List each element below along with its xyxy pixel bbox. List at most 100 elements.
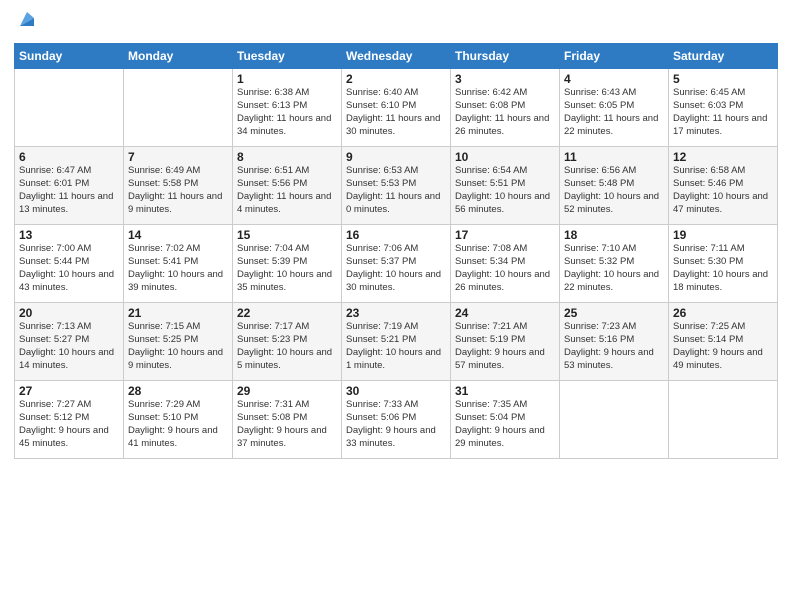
calendar-cell: 18Sunrise: 7:10 AMSunset: 5:32 PMDayligh… xyxy=(560,225,669,303)
day-info: Sunrise: 6:53 AMSunset: 5:53 PMDaylight:… xyxy=(346,165,446,216)
day-info: Sunrise: 7:10 AMSunset: 5:32 PMDaylight:… xyxy=(564,243,664,294)
calendar-cell: 21Sunrise: 7:15 AMSunset: 5:25 PMDayligh… xyxy=(124,303,233,381)
calendar-week-5: 27Sunrise: 7:27 AMSunset: 5:12 PMDayligh… xyxy=(15,381,778,459)
weekday-thursday: Thursday xyxy=(451,44,560,69)
day-info: Sunrise: 6:45 AMSunset: 6:03 PMDaylight:… xyxy=(673,87,773,138)
day-number: 11 xyxy=(564,150,664,164)
day-info: Sunrise: 7:35 AMSunset: 5:04 PMDaylight:… xyxy=(455,399,555,450)
weekday-sunday: Sunday xyxy=(15,44,124,69)
day-number: 24 xyxy=(455,306,555,320)
logo-icon xyxy=(16,8,38,30)
day-info: Sunrise: 7:11 AMSunset: 5:30 PMDaylight:… xyxy=(673,243,773,294)
day-info: Sunrise: 6:43 AMSunset: 6:05 PMDaylight:… xyxy=(564,87,664,138)
day-info: Sunrise: 6:47 AMSunset: 6:01 PMDaylight:… xyxy=(19,165,119,216)
day-number: 23 xyxy=(346,306,446,320)
day-info: Sunrise: 7:13 AMSunset: 5:27 PMDaylight:… xyxy=(19,321,119,372)
day-info: Sunrise: 7:00 AMSunset: 5:44 PMDaylight:… xyxy=(19,243,119,294)
day-info: Sunrise: 7:33 AMSunset: 5:06 PMDaylight:… xyxy=(346,399,446,450)
calendar-cell: 5Sunrise: 6:45 AMSunset: 6:03 PMDaylight… xyxy=(669,69,778,147)
calendar-table: SundayMondayTuesdayWednesdayThursdayFrid… xyxy=(14,43,778,459)
day-number: 9 xyxy=(346,150,446,164)
day-info: Sunrise: 7:23 AMSunset: 5:16 PMDaylight:… xyxy=(564,321,664,372)
calendar-cell: 7Sunrise: 6:49 AMSunset: 5:58 PMDaylight… xyxy=(124,147,233,225)
day-info: Sunrise: 7:27 AMSunset: 5:12 PMDaylight:… xyxy=(19,399,119,450)
day-number: 30 xyxy=(346,384,446,398)
day-number: 15 xyxy=(237,228,337,242)
day-number: 16 xyxy=(346,228,446,242)
weekday-monday: Monday xyxy=(124,44,233,69)
day-number: 13 xyxy=(19,228,119,242)
day-info: Sunrise: 7:15 AMSunset: 5:25 PMDaylight:… xyxy=(128,321,228,372)
day-info: Sunrise: 7:29 AMSunset: 5:10 PMDaylight:… xyxy=(128,399,228,450)
weekday-header-row: SundayMondayTuesdayWednesdayThursdayFrid… xyxy=(15,44,778,69)
page-header xyxy=(14,10,778,35)
calendar-cell: 9Sunrise: 6:53 AMSunset: 5:53 PMDaylight… xyxy=(342,147,451,225)
calendar-cell: 11Sunrise: 6:56 AMSunset: 5:48 PMDayligh… xyxy=(560,147,669,225)
day-number: 25 xyxy=(564,306,664,320)
calendar-cell: 2Sunrise: 6:40 AMSunset: 6:10 PMDaylight… xyxy=(342,69,451,147)
day-number: 14 xyxy=(128,228,228,242)
calendar-cell: 29Sunrise: 7:31 AMSunset: 5:08 PMDayligh… xyxy=(233,381,342,459)
day-info: Sunrise: 7:21 AMSunset: 5:19 PMDaylight:… xyxy=(455,321,555,372)
calendar-week-1: 1Sunrise: 6:38 AMSunset: 6:13 PMDaylight… xyxy=(15,69,778,147)
day-info: Sunrise: 7:08 AMSunset: 5:34 PMDaylight:… xyxy=(455,243,555,294)
day-number: 7 xyxy=(128,150,228,164)
calendar-cell xyxy=(669,381,778,459)
calendar-cell: 24Sunrise: 7:21 AMSunset: 5:19 PMDayligh… xyxy=(451,303,560,381)
day-number: 26 xyxy=(673,306,773,320)
day-number: 12 xyxy=(673,150,773,164)
calendar-cell: 30Sunrise: 7:33 AMSunset: 5:06 PMDayligh… xyxy=(342,381,451,459)
day-number: 29 xyxy=(237,384,337,398)
calendar-week-3: 13Sunrise: 7:00 AMSunset: 5:44 PMDayligh… xyxy=(15,225,778,303)
day-number: 20 xyxy=(19,306,119,320)
day-number: 31 xyxy=(455,384,555,398)
day-info: Sunrise: 6:56 AMSunset: 5:48 PMDaylight:… xyxy=(564,165,664,216)
day-number: 19 xyxy=(673,228,773,242)
calendar-week-2: 6Sunrise: 6:47 AMSunset: 6:01 PMDaylight… xyxy=(15,147,778,225)
day-number: 5 xyxy=(673,72,773,86)
logo xyxy=(14,10,38,35)
weekday-friday: Friday xyxy=(560,44,669,69)
calendar-cell: 31Sunrise: 7:35 AMSunset: 5:04 PMDayligh… xyxy=(451,381,560,459)
day-number: 27 xyxy=(19,384,119,398)
day-number: 4 xyxy=(564,72,664,86)
weekday-saturday: Saturday xyxy=(669,44,778,69)
weekday-tuesday: Tuesday xyxy=(233,44,342,69)
day-number: 21 xyxy=(128,306,228,320)
calendar-cell: 6Sunrise: 6:47 AMSunset: 6:01 PMDaylight… xyxy=(15,147,124,225)
calendar-cell: 28Sunrise: 7:29 AMSunset: 5:10 PMDayligh… xyxy=(124,381,233,459)
day-info: Sunrise: 6:49 AMSunset: 5:58 PMDaylight:… xyxy=(128,165,228,216)
day-info: Sunrise: 7:25 AMSunset: 5:14 PMDaylight:… xyxy=(673,321,773,372)
day-number: 22 xyxy=(237,306,337,320)
calendar-cell: 12Sunrise: 6:58 AMSunset: 5:46 PMDayligh… xyxy=(669,147,778,225)
calendar-cell: 16Sunrise: 7:06 AMSunset: 5:37 PMDayligh… xyxy=(342,225,451,303)
calendar-cell: 14Sunrise: 7:02 AMSunset: 5:41 PMDayligh… xyxy=(124,225,233,303)
calendar-cell: 19Sunrise: 7:11 AMSunset: 5:30 PMDayligh… xyxy=(669,225,778,303)
day-info: Sunrise: 7:06 AMSunset: 5:37 PMDaylight:… xyxy=(346,243,446,294)
day-number: 8 xyxy=(237,150,337,164)
day-info: Sunrise: 6:51 AMSunset: 5:56 PMDaylight:… xyxy=(237,165,337,216)
day-number: 28 xyxy=(128,384,228,398)
calendar-cell: 15Sunrise: 7:04 AMSunset: 5:39 PMDayligh… xyxy=(233,225,342,303)
day-number: 17 xyxy=(455,228,555,242)
calendar-cell: 20Sunrise: 7:13 AMSunset: 5:27 PMDayligh… xyxy=(15,303,124,381)
day-info: Sunrise: 6:40 AMSunset: 6:10 PMDaylight:… xyxy=(346,87,446,138)
calendar-cell: 26Sunrise: 7:25 AMSunset: 5:14 PMDayligh… xyxy=(669,303,778,381)
calendar-cell: 3Sunrise: 6:42 AMSunset: 6:08 PMDaylight… xyxy=(451,69,560,147)
day-number: 10 xyxy=(455,150,555,164)
calendar-cell: 8Sunrise: 6:51 AMSunset: 5:56 PMDaylight… xyxy=(233,147,342,225)
day-number: 18 xyxy=(564,228,664,242)
day-number: 2 xyxy=(346,72,446,86)
day-info: Sunrise: 7:17 AMSunset: 5:23 PMDaylight:… xyxy=(237,321,337,372)
calendar-cell: 22Sunrise: 7:17 AMSunset: 5:23 PMDayligh… xyxy=(233,303,342,381)
calendar-cell: 25Sunrise: 7:23 AMSunset: 5:16 PMDayligh… xyxy=(560,303,669,381)
calendar-cell xyxy=(15,69,124,147)
day-info: Sunrise: 6:58 AMSunset: 5:46 PMDaylight:… xyxy=(673,165,773,216)
calendar-cell: 17Sunrise: 7:08 AMSunset: 5:34 PMDayligh… xyxy=(451,225,560,303)
calendar-cell: 27Sunrise: 7:27 AMSunset: 5:12 PMDayligh… xyxy=(15,381,124,459)
calendar-cell xyxy=(124,69,233,147)
day-info: Sunrise: 6:38 AMSunset: 6:13 PMDaylight:… xyxy=(237,87,337,138)
day-info: Sunrise: 7:02 AMSunset: 5:41 PMDaylight:… xyxy=(128,243,228,294)
calendar-cell: 13Sunrise: 7:00 AMSunset: 5:44 PMDayligh… xyxy=(15,225,124,303)
weekday-wednesday: Wednesday xyxy=(342,44,451,69)
